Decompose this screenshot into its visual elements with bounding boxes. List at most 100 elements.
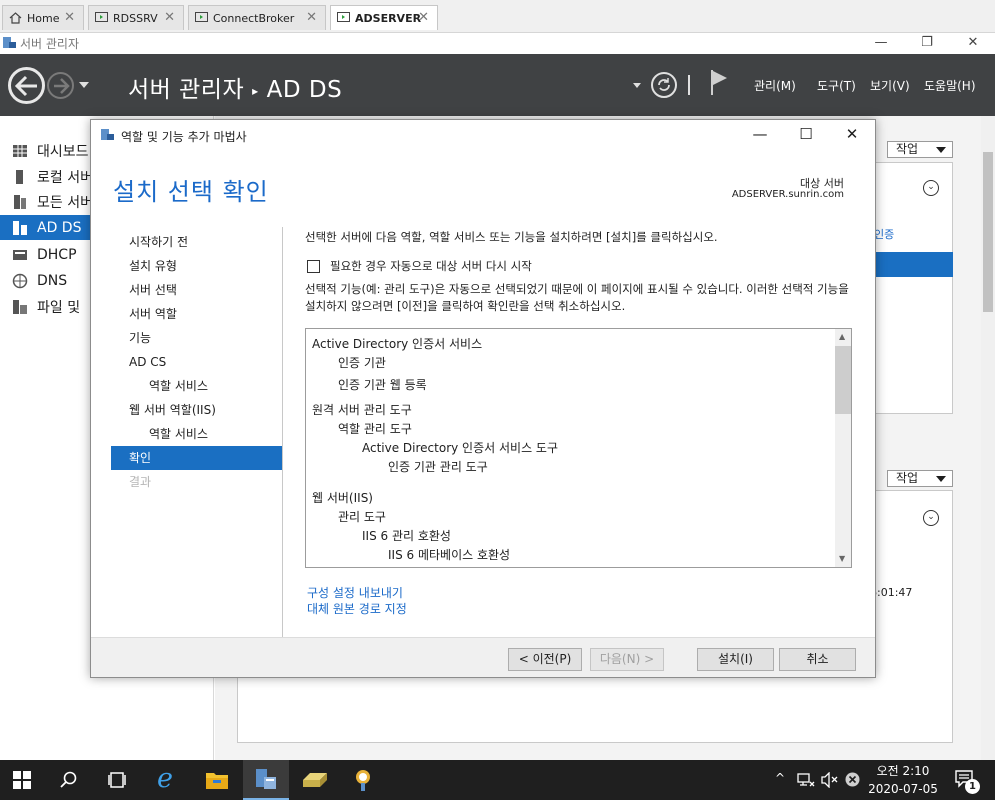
breadcrumb-current: AD DS <box>266 77 343 103</box>
step-ad-cs-role-services[interactable]: 역할 서비스 <box>111 374 282 398</box>
back-arrow-icon <box>14 75 37 97</box>
alternate-source-link[interactable]: 대체 원본 경로 지정 <box>307 600 407 617</box>
forward-arrow-icon <box>54 78 70 94</box>
refresh-icon <box>658 78 670 91</box>
tab-adserver[interactable]: ADSERVER ✕ <box>330 5 438 30</box>
wizard-titlebar: 역할 및 기능 추가 마법사 — ☐ ✕ <box>91 120 875 150</box>
menu-manage[interactable]: 관리(M) <box>754 77 796 94</box>
restart-checkbox-row[interactable]: 필요한 경우 자동으로 대상 서버 다시 시작 <box>307 258 532 274</box>
scroll-up-icon[interactable]: ▲ <box>839 332 845 341</box>
tray-expand-icon[interactable]: ^ <box>775 771 785 785</box>
expand-chevron-icon[interactable]: ⌄ <box>923 510 939 526</box>
menu-help[interactable]: 도움말(H) <box>924 77 976 94</box>
list-scrollbar[interactable]: ▲ ▼ <box>835 329 851 567</box>
export-config-link[interactable]: 구성 설정 내보내기 <box>307 584 403 601</box>
restart-checkbox[interactable] <box>307 259 320 273</box>
breadcrumb-root[interactable]: 서버 관리자 <box>128 77 244 103</box>
selected-row-fragment[interactable] <box>874 252 953 277</box>
history-dropdown-icon[interactable] <box>79 82 89 88</box>
close-icon[interactable]: ✕ <box>418 10 429 25</box>
task-view-button[interactable] <box>94 760 140 800</box>
tab-rdssrv[interactable]: RDSSRV ✕ <box>88 5 184 30</box>
menu-tools[interactable]: 도구(T) <box>817 77 856 94</box>
server-manager-icon <box>3 37 16 48</box>
tasks-dropdown-bottom[interactable]: 작업 <box>887 470 953 487</box>
refresh-dropdown-icon[interactable] <box>633 83 641 88</box>
wizard-steps-nav: 시작하기 전 설치 유형 서버 선택 서버 역할 기능 AD CS 역할 서비스… <box>111 227 283 637</box>
start-button[interactable] <box>0 760 46 800</box>
remote-desktop-icon <box>195 12 208 22</box>
tasks-dropdown-top[interactable]: 작업 <box>887 141 953 158</box>
close-icon[interactable]: ✕ <box>306 10 317 25</box>
close-icon[interactable]: ✕ <box>64 10 75 25</box>
list-scrollbar-thumb[interactable] <box>835 346 851 414</box>
page-title: 설치 선택 확인 <box>113 178 269 206</box>
content-scrollbar[interactable] <box>981 116 995 760</box>
file-explorer-button[interactable] <box>194 760 240 800</box>
volume-muted-icon[interactable] <box>821 772 839 788</box>
previous-button[interactable]: < 이전(P) <box>508 648 582 671</box>
restore-button[interactable]: ❐ <box>904 33 950 54</box>
step-before-you-begin[interactable]: 시작하기 전 <box>111 230 282 254</box>
minimize-button[interactable]: — <box>858 33 904 54</box>
search-button[interactable] <box>46 760 92 800</box>
selected-features-list[interactable]: Active Directory 인증서 서비스 인증 기관 인증 기관 웹 등… <box>305 328 852 568</box>
chevron-down-icon <box>936 147 946 153</box>
chevron-down-icon <box>936 476 946 482</box>
add-roles-wizard-dialog: 역할 및 기능 추가 마법사 — ☐ ✕ 설치 선택 확인 대상 서버 ADSE… <box>90 119 876 678</box>
wizard-close-button[interactable]: ✕ <box>829 120 875 150</box>
close-button[interactable]: ✕ <box>950 33 995 54</box>
list-item: Active Directory 인증서 서비스 도구 <box>362 441 559 455</box>
wizard-maximize-button[interactable]: ☐ <box>783 120 829 150</box>
step-server-roles[interactable]: 서버 역할 <box>111 302 282 326</box>
scroll-down-icon[interactable]: ▼ <box>839 554 845 563</box>
step-web-server-role[interactable]: 웹 서버 역할(IIS) <box>111 398 282 422</box>
restart-checkbox-label[interactable]: 필요한 경우 자동으로 대상 서버 다시 시작 <box>330 258 532 274</box>
tab-home[interactable]: Home ✕ <box>2 5 84 30</box>
cancel-button[interactable]: 취소 <box>779 648 856 671</box>
step-features[interactable]: 기능 <box>111 326 282 350</box>
tab-home-label: Home <box>27 11 60 25</box>
remote-desktop-icon <box>337 12 350 22</box>
tab-connectbroker[interactable]: ConnectBroker ✕ <box>188 5 326 30</box>
sidebar-item-label: DHCP <box>37 246 77 263</box>
step-iis-role-services[interactable]: 역할 서비스 <box>111 422 282 446</box>
close-icon[interactable]: ✕ <box>164 10 175 25</box>
scrollbar-thumb[interactable] <box>983 152 993 312</box>
certificate-authority-taskbar-button[interactable] <box>340 760 386 800</box>
wizard-minimize-button[interactable]: — <box>737 120 783 150</box>
file-services-icon <box>13 299 27 314</box>
list-item: IIS 6 관리 호환성 <box>362 529 451 543</box>
step-ad-cs[interactable]: AD CS <box>111 350 282 374</box>
flag-cloth <box>713 71 727 85</box>
time-fragment: 6:01:47 <box>870 586 913 599</box>
menu-view[interactable]: 보기(V) <box>870 77 910 94</box>
expand-chevron-icon[interactable]: ⌄ <box>923 180 939 196</box>
wizard-footer: < 이전(P) 다음(N) > 설치(I) 취소 <box>91 637 875 677</box>
sidebar-item-label: DNS <box>37 272 68 289</box>
cert-link-fragment[interactable]: 인증 <box>874 226 894 242</box>
certificate-authority-icon <box>356 770 370 791</box>
list-item: 인증 기관 관리 도구 <box>388 460 488 474</box>
clock-time: 오전 2:10 <box>876 764 930 778</box>
install-button[interactable]: 설치(I) <box>697 648 774 671</box>
wizard-title: 역할 및 기능 추가 마법사 <box>121 130 247 144</box>
step-installation-type[interactable]: 설치 유형 <box>111 254 282 278</box>
taskbar-clock[interactable]: 오전 2:10 2020-07-05 <box>864 762 942 798</box>
tab-rdssrv-label: RDSSRV <box>113 11 158 25</box>
error-status-icon[interactable] <box>845 772 860 787</box>
sidebar-item-label: 모든 서버 <box>37 194 93 211</box>
tab-adserver-label: ADSERVER <box>355 11 422 25</box>
storage-taskbar-button[interactable] <box>292 760 338 800</box>
network-icon[interactable] <box>797 772 815 788</box>
list-item: 관리 도구 <box>338 510 386 524</box>
step-confirmation[interactable]: 확인 <box>111 446 282 470</box>
step-server-selection[interactable]: 서버 선택 <box>111 278 282 302</box>
breadcrumb: 서버 관리자 ▸ AD DS <box>128 70 342 104</box>
list-item: 인증 기관 웹 등록 <box>338 378 427 392</box>
server-manager-taskbar-button[interactable] <box>243 760 289 800</box>
dhcp-icon <box>13 249 27 260</box>
server-manager-icon <box>256 769 276 789</box>
optional-features-note: 선택적 기능(예: 관리 도구)은 자동으로 선택되었기 때문에 이 페이지에 … <box>305 282 849 313</box>
internet-explorer-button[interactable]: e <box>145 760 191 800</box>
